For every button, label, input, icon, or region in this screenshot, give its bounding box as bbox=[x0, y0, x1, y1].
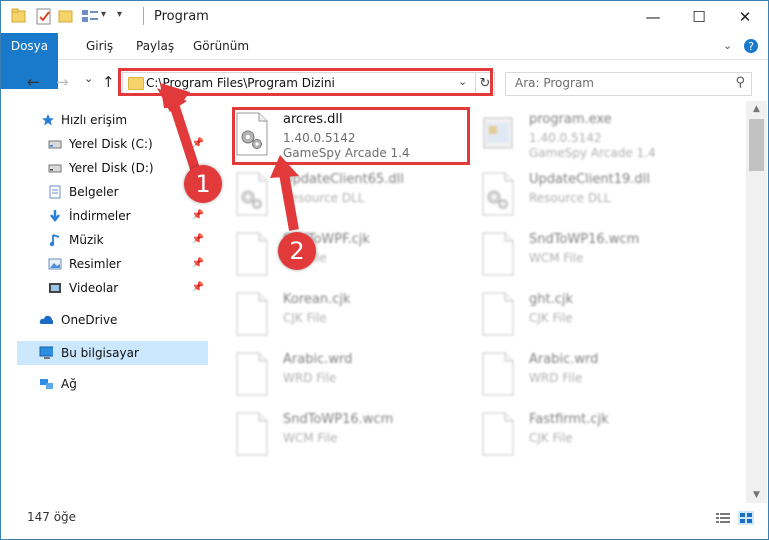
annotation-arrows bbox=[157, 83, 299, 231]
arrow-two-head bbox=[270, 155, 299, 178]
step-marker-2: 2 bbox=[278, 232, 316, 270]
arrow-one-head-base bbox=[160, 83, 190, 108]
step-marker-1: 1 bbox=[184, 165, 222, 203]
arrow-two bbox=[278, 167, 299, 231]
